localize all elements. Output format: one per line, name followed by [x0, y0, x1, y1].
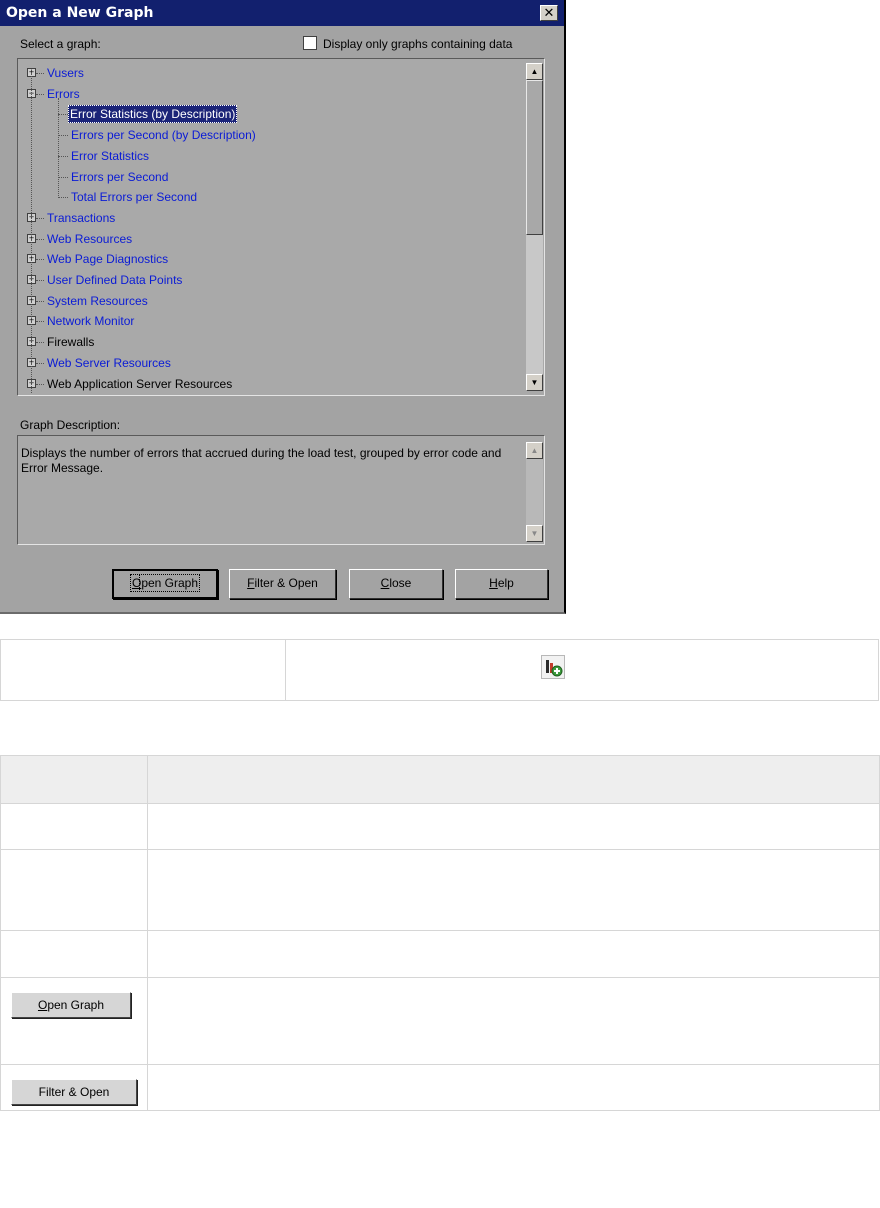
filter-open-button[interactable]: Filter & Open [229, 569, 336, 599]
icon-table-divider [285, 640, 286, 700]
tree-item[interactable]: + Web Server Resources [18, 353, 523, 373]
select-graph-label: Select a graph: [20, 37, 101, 51]
graph-description-text: Displays the number of errors that accru… [21, 446, 502, 475]
tree-item[interactable]: + Web Application Server Resources [18, 374, 523, 394]
scroll-thumb[interactable] [526, 80, 543, 235]
tree-connector [36, 239, 44, 240]
tree-item-label: User Defined Data Points [47, 273, 183, 287]
table-row [0, 849, 880, 931]
tree-item[interactable]: − Errors [18, 84, 523, 104]
tree-item-label: Web Page Diagnostics [47, 252, 169, 266]
close-icon[interactable]: ✕ [540, 5, 558, 21]
tree-item-label: Errors [47, 87, 80, 101]
tree-item[interactable]: Error Statistics [18, 146, 523, 166]
tree-item-label: Web Resources [47, 232, 133, 246]
filter-open-button-label: Filter & Open [247, 576, 318, 590]
tree-errors-connector [58, 98, 59, 198]
tree-connector [58, 177, 68, 178]
tree-connector [58, 114, 68, 115]
close-button[interactable]: Close [349, 569, 443, 599]
tree-item-label: Vusers [47, 66, 84, 80]
tree-item[interactable]: + Firewalls [18, 332, 523, 352]
table-header-row [0, 755, 880, 804]
tree-item[interactable]: + Transactions [18, 208, 523, 228]
tree-item-label: Errors per Second (by Description) [71, 128, 256, 142]
tree-connector [36, 94, 44, 95]
description-scrollbar[interactable]: ▲ ▼ [526, 442, 543, 542]
graph-tree[interactable]: + Vusers − Errors Error Statistics (by Descr… [17, 58, 545, 396]
table-filter-open-button[interactable]: Filter & Open [11, 1079, 137, 1105]
tree-connector [36, 259, 44, 260]
help-button-label: Help [489, 576, 514, 590]
tree-connector [36, 218, 44, 219]
tree-item[interactable]: + Network Monitor [18, 311, 523, 331]
tree-root-connector [31, 73, 32, 393]
tree-connector [36, 73, 44, 74]
desc-scroll-down-icon[interactable]: ▼ [526, 525, 543, 542]
table-row: Open Graph [0, 977, 880, 1065]
open-graph-button-label: Open Graph [129, 574, 201, 592]
dialog-titlebar[interactable]: Open a New Graph ✕ [0, 0, 564, 26]
tree-item-label: System Resources [47, 294, 148, 308]
tree-item-label: Web Application Server Resources [47, 377, 233, 391]
tree-item-label: Web Server Resources [47, 356, 171, 370]
graph-description-box: Displays the number of errors that accru… [17, 435, 545, 545]
tree-item[interactable]: Errors per Second (by Description) [18, 125, 523, 145]
tree-connector [36, 301, 44, 302]
dialog-title: Open a New Graph [6, 5, 154, 21]
tree-item[interactable]: + User Defined Data Points [18, 270, 523, 290]
tree-connector [36, 342, 44, 343]
table-row [0, 803, 880, 850]
tree-item-label: Transactions [47, 211, 116, 225]
help-button[interactable]: Help [455, 569, 548, 599]
table-open-graph-button[interactable]: Open Graph [11, 992, 131, 1018]
tree-item[interactable]: Total Errors per Second [18, 187, 523, 207]
tree-item-label: Errors per Second [71, 170, 169, 184]
tree-connector [36, 321, 44, 322]
display-only-data-checkbox[interactable] [303, 36, 317, 50]
table-header-cell [147, 755, 880, 804]
desc-scroll-up-icon[interactable]: ▲ [526, 442, 543, 459]
tree-item-label-selected: Error Statistics (by Description) [68, 105, 238, 123]
tree-item-label: Network Monitor [47, 314, 135, 328]
display-only-data-checkbox-wrap[interactable]: Display only graphs containing data [303, 36, 512, 51]
tree-item[interactable]: Error Statistics (by Description) [18, 104, 523, 124]
tree-item-label: Error Statistics [71, 149, 150, 163]
open-graph-button[interactable]: Open Graph [112, 569, 218, 599]
tree-item[interactable]: + Vusers [18, 63, 523, 83]
table-header-cell [0, 755, 148, 804]
tree-scrollbar[interactable]: ▲ ▼ [526, 63, 543, 391]
tree-connector [58, 197, 68, 198]
ui-elements-table: Open Graph Filter & Open [0, 755, 880, 1111]
tree-item[interactable]: Errors per Second [18, 167, 523, 187]
tree-connector [58, 135, 68, 136]
tree-connector [36, 384, 44, 385]
open-new-graph-dialog: Open a New Graph ✕ Select a graph: Displ… [0, 0, 566, 614]
scroll-down-icon[interactable]: ▼ [526, 374, 543, 391]
display-only-data-label: Display only graphs containing data [323, 37, 513, 51]
add-graph-icon [541, 655, 565, 679]
tree-connector [36, 280, 44, 281]
scroll-up-icon[interactable]: ▲ [526, 63, 543, 80]
close-button-label: Close [380, 576, 412, 590]
table-row: Filter & Open [0, 1064, 880, 1111]
tree-item[interactable]: + Web Resources [18, 229, 523, 249]
tree-item[interactable]: + Web Page Diagnostics [18, 249, 523, 269]
icon-table [0, 639, 879, 701]
tree-item[interactable]: + System Resources [18, 291, 523, 311]
graph-description-label: Graph Description: [20, 418, 121, 432]
tree-item-label: Firewalls [47, 335, 95, 349]
tree-item-label: Total Errors per Second [71, 190, 198, 204]
table-row [0, 930, 880, 978]
tree-connector [36, 363, 44, 364]
tree-connector [58, 156, 68, 157]
